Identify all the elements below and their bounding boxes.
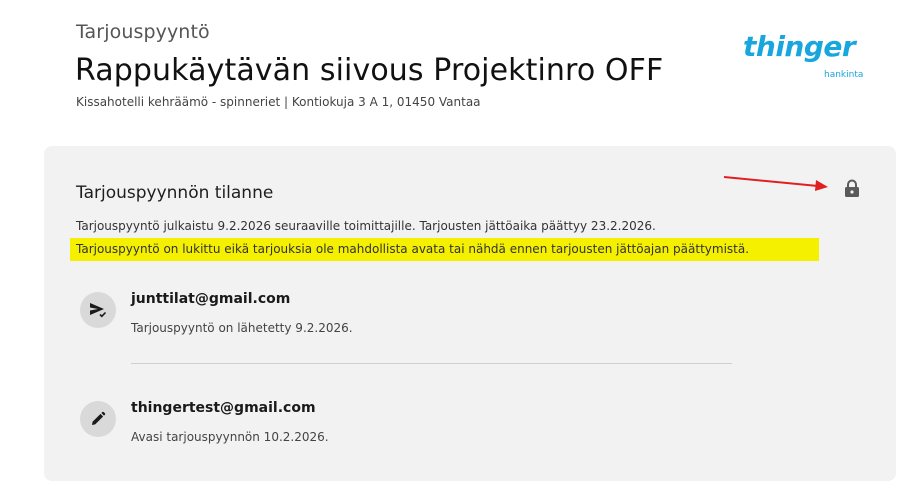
status-title: Tarjouspyynnön tilanne [76,183,274,203]
entry-divider [131,363,732,364]
pencil-icon [80,401,116,437]
logo-subtext: hankinta [824,70,864,80]
published-info: Tarjouspyyntö julkaistu 9.2.2026 seuraav… [76,219,656,233]
project-address: Kissahotelli kehräämö - spinneriet | Kon… [76,95,481,109]
lock-icon[interactable] [844,179,860,198]
send-icon [80,292,116,328]
recipient-email: junttilat@gmail.com [131,291,291,307]
recipient-status: Avasi tarjouspyynnön 10.2.2026. [131,430,329,444]
recipient-email: thingertest@gmail.com [131,400,316,416]
page-subtitle: Tarjouspyyntö [76,21,210,43]
page: Tarjouspyyntö Rappukäytävän siivous Proj… [0,0,912,490]
recipient-status: Tarjouspyyntö on lähetetty 9.2.2026. [131,321,353,335]
page-title: Rappukäytävän siivous Projektinro OFF [75,53,664,88]
annotation-arrow [723,176,828,191]
thinger-logo[interactable]: thinger hankinta [743,30,868,86]
locked-notice: Tarjouspyyntö on lukittu eikä tarjouksia… [70,238,819,261]
logo-wordmark: thinger [743,30,856,63]
status-card: Tarjouspyynnön tilanne Tarjouspyyntö jul… [44,146,896,481]
locked-notice-text: Tarjouspyyntö on lukittu eikä tarjouksia… [76,242,750,256]
